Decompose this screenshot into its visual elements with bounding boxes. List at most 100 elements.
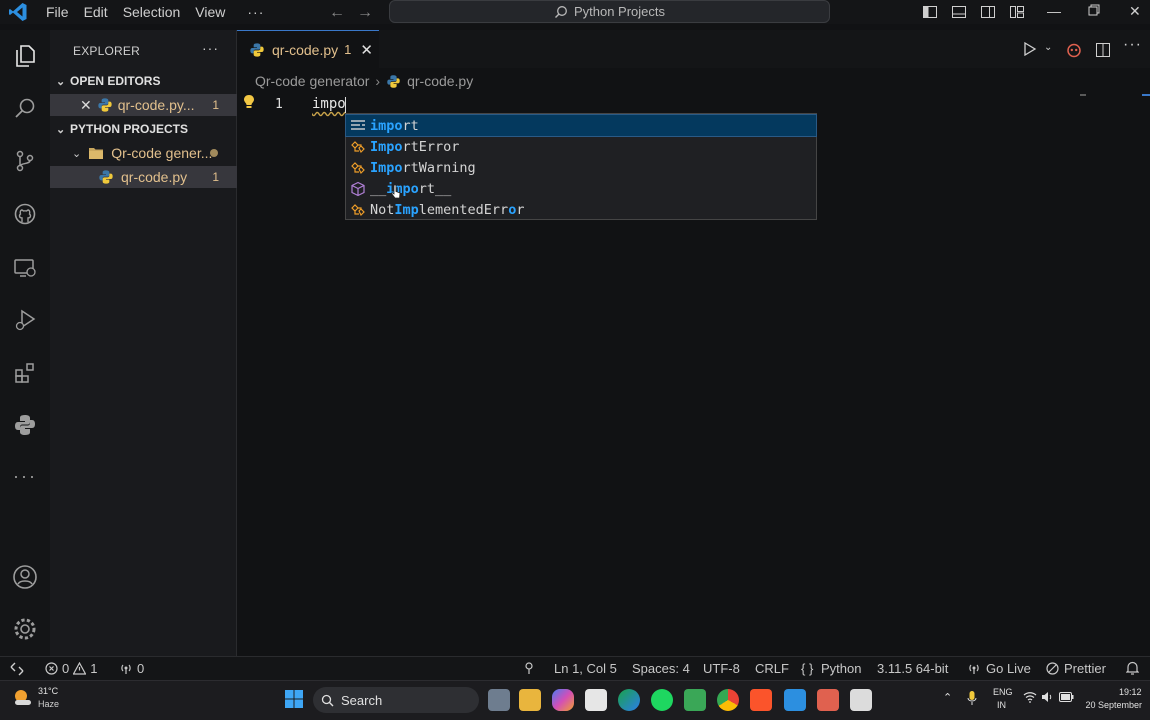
go-live-label: Go Live xyxy=(986,661,1031,676)
file-explorer-icon[interactable] xyxy=(519,689,541,711)
settings-gear-icon[interactable] xyxy=(11,615,39,643)
suggestion-widget: impo rt Impo rtError Impo rtWarning __ impo r… xyxy=(345,113,817,220)
store-icon[interactable] xyxy=(585,689,607,711)
suggestion-match: impo xyxy=(370,117,403,134)
tab-label: qr-code.py xyxy=(272,41,339,58)
explorer-icon[interactable] xyxy=(11,42,39,70)
language-mode[interactable]: Python xyxy=(821,661,861,676)
python-interpreter[interactable]: 3.11.5 64-bit xyxy=(877,661,948,676)
file-item[interactable]: qr-code.py 1 xyxy=(50,166,237,188)
clock-time[interactable]: 19:12 xyxy=(1119,687,1142,697)
task-view-icon[interactable] xyxy=(488,689,510,711)
overview-ruler-mark xyxy=(1080,94,1086,96)
language-indicator[interactable]: ENG xyxy=(993,687,1013,697)
edge-browser-icon[interactable] xyxy=(618,689,640,711)
class-icon xyxy=(346,139,370,155)
end-of-line[interactable]: CRLF xyxy=(755,661,789,676)
editor-tab-bar: qr-code.py 1 ✕ ⌄ ··· xyxy=(237,30,1150,68)
vscode-taskbar-icon[interactable] xyxy=(784,689,806,711)
indentation[interactable]: Spaces: 4 xyxy=(632,661,690,676)
folder-item[interactable]: ⌄ Qr-code gener... xyxy=(50,142,237,164)
close-tab-icon[interactable]: ✕ xyxy=(360,41,373,59)
wifi-icon[interactable] xyxy=(1023,691,1037,703)
project-section[interactable]: ⌄ PYTHON PROJECTS xyxy=(50,118,237,140)
code-line[interactable]: impo xyxy=(312,96,346,112)
menu-more[interactable]: ··· xyxy=(247,4,264,20)
tab-qr-code[interactable]: qr-code.py 1 ✕ xyxy=(237,30,379,68)
close-editor-icon[interactable]: ✕ xyxy=(80,97,92,114)
lightbulb-icon[interactable] xyxy=(242,94,256,110)
chevron-up-icon[interactable]: ⌃ xyxy=(943,691,952,704)
open-editor-filename: qr-code.py... xyxy=(117,97,195,113)
status-bar: 0 1 0 Ln 1, Col 5 Spaces: 4 UTF-8 CRLF {… xyxy=(0,656,1150,680)
split-editor-icon[interactable] xyxy=(1095,42,1111,58)
taskbar-search-label: Search xyxy=(341,692,383,708)
suggestion-item[interactable]: Impo rtWarning xyxy=(346,157,816,178)
suggestion-item[interactable]: Not Imp lementedErr o r xyxy=(346,199,816,220)
suggestion-item[interactable]: impo rt xyxy=(345,114,817,137)
suggestion-match: Impo xyxy=(370,138,403,155)
github-icon[interactable] xyxy=(11,200,39,228)
open-editor-item[interactable]: ✕ qr-code.py... 1 xyxy=(50,94,237,116)
snipping-tool-icon[interactable] xyxy=(850,689,872,711)
copilot-icon[interactable] xyxy=(1066,42,1082,58)
sidebar-more-actions[interactable]: ··· xyxy=(202,40,219,56)
brave-icon[interactable] xyxy=(750,689,772,711)
menu-edit[interactable]: Edit xyxy=(84,4,108,20)
run-file-icon[interactable] xyxy=(1023,42,1037,56)
suggestion-match: Impo xyxy=(370,159,403,176)
location-pin-icon[interactable] xyxy=(523,661,535,675)
breadcrumb-folder[interactable]: Qr-code generator xyxy=(255,73,369,89)
breadcrumb-file[interactable]: qr-code.py xyxy=(407,73,473,89)
microphone-icon[interactable] xyxy=(967,690,977,706)
copilot-app-icon[interactable] xyxy=(552,689,574,711)
toggle-panel-icon[interactable] xyxy=(951,4,967,20)
volume-icon[interactable] xyxy=(1041,691,1053,703)
weather-icon[interactable] xyxy=(12,687,34,709)
menu-file[interactable]: File xyxy=(46,4,69,20)
suggestion-item[interactable]: Impo rtError xyxy=(346,136,816,157)
source-control-icon[interactable] xyxy=(11,147,39,175)
remote-indicator-icon[interactable] xyxy=(0,657,34,680)
problems-indicator[interactable]: 0 1 xyxy=(45,661,97,676)
forward-arrow-icon[interactable]: → xyxy=(357,4,373,22)
scrollbar-cursor-mark xyxy=(1142,94,1150,96)
toggle-secondary-sidebar-icon[interactable] xyxy=(980,4,996,20)
taskbar-search[interactable]: Search xyxy=(313,687,479,713)
weather-condition: Haze xyxy=(38,699,60,709)
python-icon[interactable] xyxy=(11,411,39,439)
remote-explorer-icon[interactable] xyxy=(11,254,39,282)
windows-start-icon[interactable] xyxy=(285,690,303,708)
suggestion-item[interactable]: __ impo rt__ xyxy=(346,178,816,199)
git-app-icon[interactable] xyxy=(817,689,839,711)
ports-indicator[interactable]: 0 xyxy=(119,661,144,676)
command-center-search[interactable]: Python Projects xyxy=(389,0,830,23)
restore-icon[interactable] xyxy=(1088,3,1100,17)
menu-view[interactable]: View xyxy=(195,4,225,20)
search-icon[interactable] xyxy=(11,94,39,122)
prettier-button[interactable]: Prettier xyxy=(1046,661,1106,676)
menu-selection[interactable]: Selection xyxy=(123,4,181,20)
more-actions-icon[interactable]: ··· xyxy=(1123,36,1142,54)
go-live-button[interactable]: Go Live xyxy=(967,661,1031,676)
account-icon[interactable] xyxy=(11,563,39,591)
encoding[interactable]: UTF-8 xyxy=(703,661,740,676)
battery-icon[interactable] xyxy=(1059,692,1074,702)
open-editors-section[interactable]: ⌄ OPEN EDITORS xyxy=(50,70,237,92)
cursor-position[interactable]: Ln 1, Col 5 xyxy=(554,661,617,676)
toggle-primary-sidebar-icon[interactable] xyxy=(922,4,938,20)
run-debug-icon[interactable] xyxy=(11,306,39,334)
minimize-icon[interactable]: — xyxy=(1047,3,1061,19)
close-window-icon[interactable]: ✕ xyxy=(1129,3,1141,20)
notifications-bell-icon[interactable] xyxy=(1126,661,1139,675)
chrome-icon[interactable] xyxy=(717,689,739,711)
extensions-icon[interactable] xyxy=(11,359,39,387)
back-arrow-icon[interactable]: ← xyxy=(329,4,345,22)
meet-icon[interactable] xyxy=(684,689,706,711)
chevron-down-icon[interactable]: ⌄ xyxy=(1044,42,1052,53)
customize-layout-icon[interactable] xyxy=(1009,4,1025,20)
project-label: PYTHON PROJECTS xyxy=(70,122,189,136)
spotify-icon[interactable] xyxy=(651,689,673,711)
folder-name: Qr-code gener... xyxy=(111,145,213,161)
more-views-icon[interactable]: ··· xyxy=(11,462,39,490)
